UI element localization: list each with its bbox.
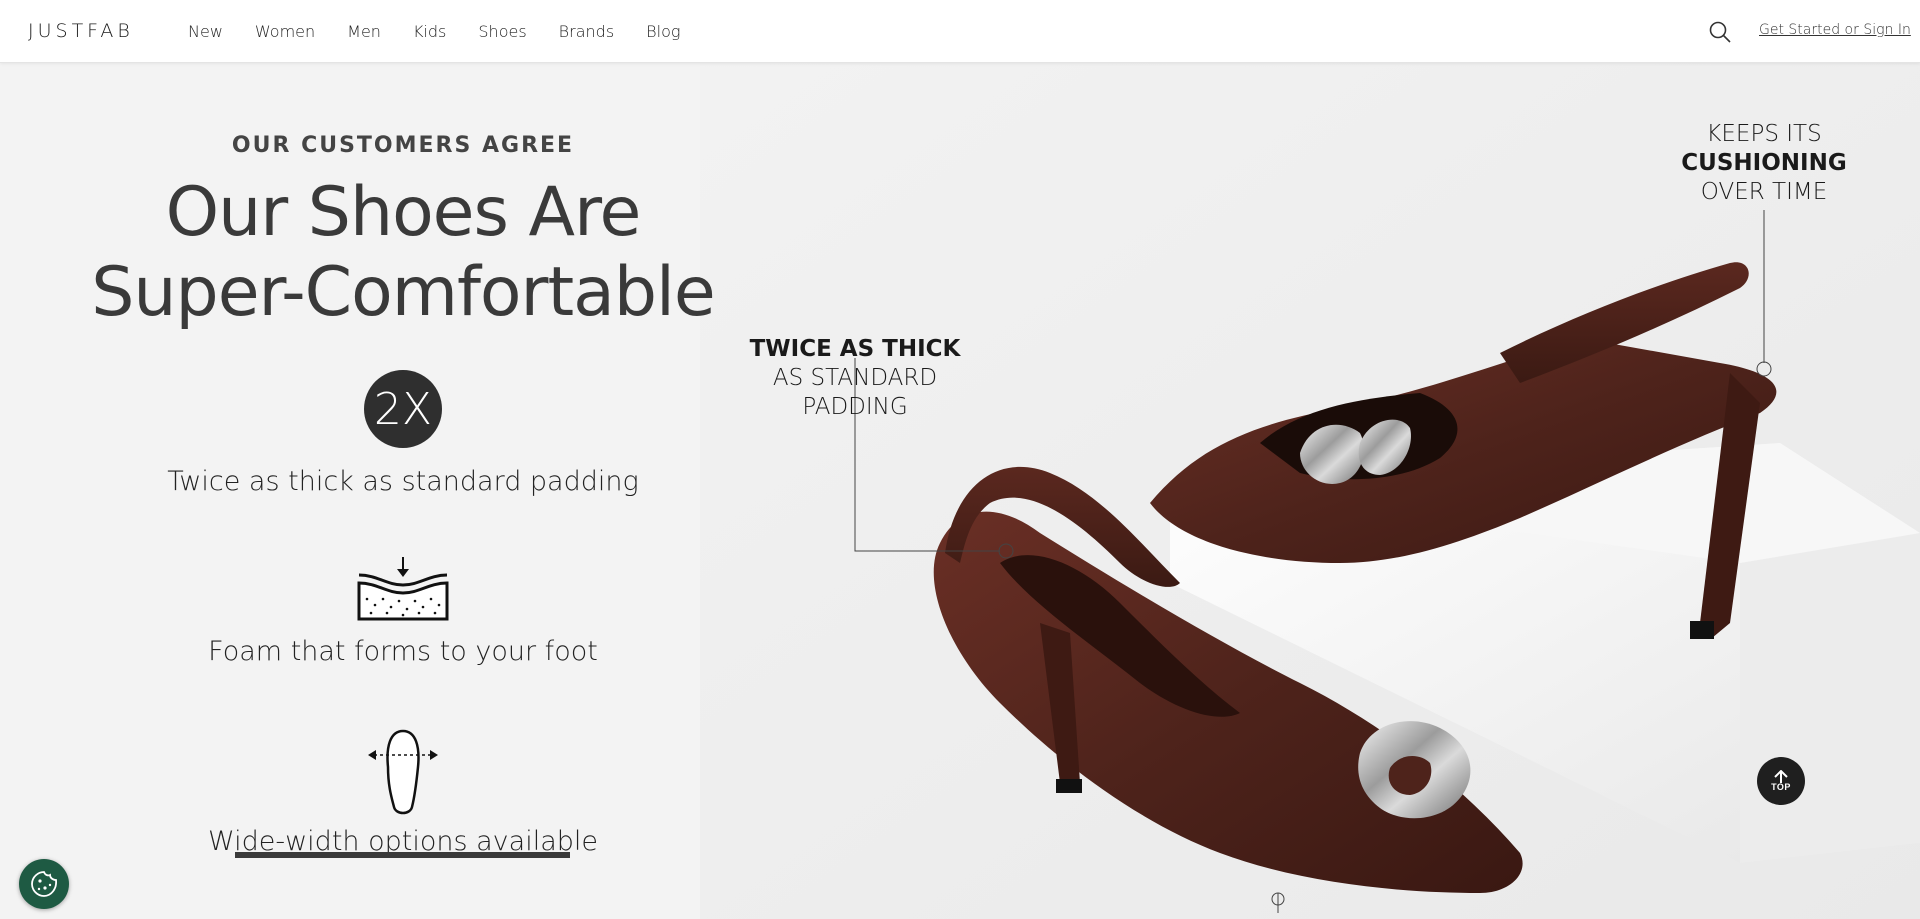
cta-button[interactable]: [235, 852, 570, 858]
wide-width-icon: [368, 729, 438, 815]
feature-label: Foam that forms to your foot: [208, 636, 598, 667]
headline-line1: Our Shoes Are: [165, 173, 642, 252]
eyebrow: OUR CUSTOMERS AGREE: [231, 133, 575, 158]
cookie-settings-button[interactable]: [19, 859, 69, 909]
nav-item-brands[interactable]: Brands: [559, 22, 615, 41]
feature-foam: Foam that forms to your foot: [0, 555, 806, 667]
hero-copy: OUR CUSTOMERS AGREE Our Shoes Are Super-…: [0, 63, 806, 919]
feature-wide-width: Wide-width options available: [0, 729, 806, 857]
cookie-icon: [31, 871, 57, 897]
feature-padding: 2X Twice as thick as standard padding: [0, 370, 806, 497]
2x-badge-icon: 2X: [364, 370, 442, 448]
main-nav: New Women Men Kids Shoes Brands Blog: [188, 0, 712, 63]
back-to-top-button[interactable]: TOP: [1757, 757, 1805, 805]
logo[interactable]: JUSTFAB: [28, 20, 134, 42]
page-title: Our Shoes Are Super-Comfortable: [0, 173, 806, 333]
headline-line2: Super-Comfortable: [91, 253, 715, 332]
signin-link[interactable]: Get Started or Sign In: [1759, 22, 1911, 38]
nav-item-blog[interactable]: Blog: [646, 22, 680, 41]
callout-right: KEEPS ITS CUSHIONING OVER TIME: [1655, 120, 1873, 207]
foam-icon: [357, 557, 449, 621]
hero-section: TWICE AS THICK AS STANDARD PADDING KEEPS…: [0, 63, 1920, 919]
nav-item-shoes[interactable]: Shoes: [478, 22, 526, 41]
nav-item-new[interactable]: New: [188, 22, 223, 41]
callout-right-bold: CUSHIONING: [1681, 150, 1847, 176]
site-header: JUSTFAB New Women Men Kids Shoes Brands …: [0, 0, 1920, 63]
nav-item-men[interactable]: Men: [347, 22, 381, 41]
nav-item-kids[interactable]: Kids: [413, 22, 446, 41]
search-icon[interactable]: [1708, 20, 1732, 44]
feature-label: Twice as thick as standard padding: [167, 466, 639, 497]
top-label: TOP: [1771, 782, 1791, 792]
callout-right-line3: OVER TIME: [1700, 179, 1828, 205]
nav-item-women[interactable]: Women: [255, 22, 315, 41]
callout-left-line3: PADDING: [802, 394, 908, 420]
callout-right-line1: KEEPS ITS: [1706, 121, 1822, 147]
product-image: TWICE AS THICK AS STANDARD PADDING KEEPS…: [700, 63, 1920, 919]
